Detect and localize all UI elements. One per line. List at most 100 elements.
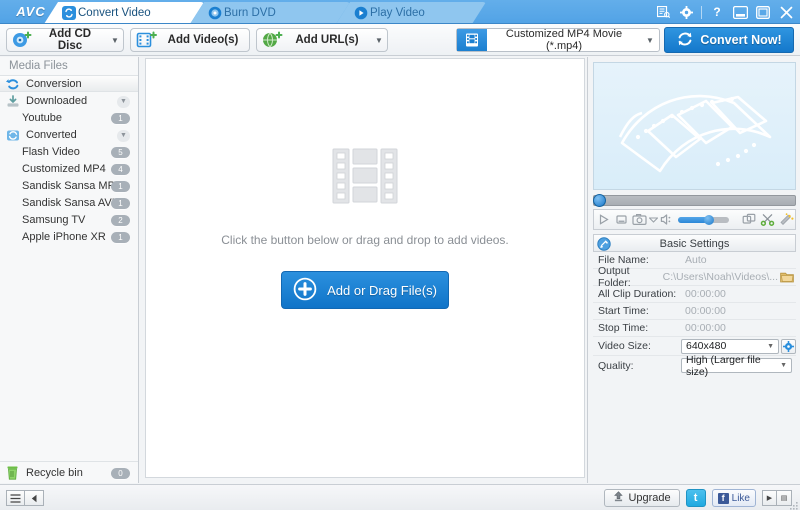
seek-slider[interactable] (593, 194, 796, 207)
plus-circle-icon (293, 277, 317, 304)
sidebar-item-flash-video[interactable]: Flash Video 5 (0, 143, 138, 160)
folder-browse-icon[interactable] (778, 271, 796, 283)
facebook-icon: f (717, 492, 729, 504)
quality-select[interactable]: High (Larger file size) ▼ (681, 354, 792, 378)
tab-play-video[interactable]: Play Video (336, 2, 486, 24)
log-icon[interactable] (655, 4, 671, 20)
video-preview[interactable] (593, 62, 796, 190)
sidebar-item-label: Downloaded (26, 95, 88, 107)
convert-now-button[interactable]: Convert Now! (664, 27, 794, 53)
file-name-field[interactable]: Auto (681, 254, 796, 266)
tab-convert-video[interactable]: Convert Video (44, 2, 204, 24)
sidebar-item-sandisk-sansa-avi[interactable]: Sandisk Sansa AVI 1 (0, 194, 138, 211)
sidebar-item-customized-mp4[interactable]: Customized MP4 4 (0, 160, 138, 177)
twitter-button[interactable]: t (685, 489, 706, 507)
snapshot-icon[interactable] (630, 210, 648, 229)
help-icon[interactable]: ? (709, 4, 725, 20)
add-or-drag-files-button[interactable]: Add or Drag File(s) (281, 271, 449, 309)
start-time-field[interactable]: 00:00:00 (681, 305, 796, 317)
list-view-icon[interactable] (6, 490, 25, 506)
app-logo: AVC (16, 4, 46, 19)
globe-plus-icon (261, 30, 283, 50)
sidebar-item-converted[interactable]: Converted ▼ (0, 126, 138, 143)
sidebar-item-badge: 4 (111, 164, 130, 175)
output-folder-field[interactable]: C:\Users\Noah\Videos\... (659, 271, 778, 283)
refresh-icon (676, 30, 694, 51)
sidebar-item-samsung-tv[interactable]: Samsung TV 2 (0, 211, 138, 228)
upgrade-button[interactable]: Upgrade (604, 489, 680, 507)
quality-value: High (Larger file size) (686, 353, 761, 378)
sidebar-item-label: Customized MP4 (22, 163, 106, 175)
setting-label: Start Time: (598, 305, 649, 317)
stop-time-field[interactable]: 00:00:00 (681, 322, 796, 334)
setting-row-all-clip-duration: All Clip Duration: 00:00:00 (593, 286, 796, 303)
stop-icon[interactable] (612, 210, 630, 229)
setting-row-stop-time: Stop Time: 00:00:00 (593, 320, 796, 337)
convert-icon (62, 6, 76, 20)
maximize-icon[interactable] (755, 4, 771, 20)
sidebar-item-downloaded[interactable]: Downloaded ▼ (0, 92, 138, 109)
all-clip-duration-field[interactable]: 00:00:00 (681, 288, 796, 300)
tab-burn-dvd[interactable]: Burn DVD (190, 2, 350, 24)
chevron-down-icon[interactable]: ▼ (117, 130, 130, 142)
basic-settings-list: File Name: Auto Output Folder: C:\Users\… (593, 252, 796, 378)
volume-handle[interactable] (703, 214, 714, 225)
video-size-select[interactable]: 640x480 ▼ (681, 338, 779, 354)
gear-icon[interactable] (678, 4, 694, 20)
conversion-icon (6, 78, 20, 91)
sidebar-item-apple-iphone-xr[interactable]: Apple iPhone XR 1 (0, 228, 138, 245)
sidebar-item-badge: 2 (111, 215, 130, 226)
add-videos-button[interactable]: Add Video(s) (130, 28, 250, 52)
play-icon[interactable] (594, 210, 612, 229)
minimize-icon[interactable] (732, 4, 748, 20)
player-controls (593, 209, 796, 230)
film-format-icon (457, 29, 487, 51)
sidebar-item-badge: 1 (111, 113, 130, 124)
detail-view-icon[interactable] (25, 490, 44, 506)
panel-toggle-group: ▶ ▤ (762, 490, 792, 506)
media-drop-area[interactable]: Click the button below or drag and drop … (145, 58, 585, 478)
resize-grip[interactable] (790, 501, 798, 510)
add-cd-disc-button[interactable]: Add CD Disc ▼ (6, 28, 124, 52)
facebook-like-button[interactable]: f Like (711, 489, 756, 507)
trim-scissors-icon[interactable] (759, 210, 777, 229)
close-icon[interactable] (778, 4, 794, 20)
application-window: AVC Convert Video Burn DVD Play Video ? … (0, 0, 800, 510)
chevron-down-icon[interactable]: ▼ (767, 343, 774, 350)
chevron-down-icon[interactable]: ▼ (641, 36, 659, 45)
effects-wand-icon[interactable] (777, 210, 795, 229)
volume-icon[interactable] (659, 210, 677, 229)
snapshot-dropdown-icon[interactable] (648, 210, 658, 229)
video-size-settings-button[interactable] (781, 338, 796, 354)
sidebar-item-badge: 1 (111, 181, 130, 192)
sidebar-item-youtube[interactable]: Youtube 1 (0, 109, 138, 126)
cd-plus-icon (11, 30, 33, 50)
setting-label: Quality: (598, 359, 634, 372)
sidebar-item-conversion[interactable]: Conversion (0, 75, 138, 92)
drop-content: Click the button below or drag and drop … (146, 147, 584, 309)
sidebar-item-sandisk-sansa-mp4[interactable]: Sandisk Sansa MP4 1 (0, 177, 138, 194)
collapse-panel-icon[interactable]: ▶ (762, 490, 777, 506)
toolbar: Add CD Disc ▼ Add Video(s) Add URL(s) ▼ … (0, 24, 800, 56)
sidebar-item-label: Apple iPhone XR (22, 231, 106, 243)
title-bar: AVC Convert Video Burn DVD Play Video ? (0, 0, 800, 24)
recycle-bin-badge: 0 (111, 468, 130, 479)
output-format-select[interactable]: Customized MP4 Movie (*.mp4) ▼ (456, 28, 660, 52)
chevron-down-icon[interactable]: ▼ (107, 36, 123, 45)
video-plus-icon (135, 30, 157, 50)
chevron-down-icon[interactable]: ▼ (780, 362, 787, 369)
recycle-bin-item[interactable]: Recycle bin 0 (0, 461, 138, 483)
volume-slider[interactable] (677, 214, 729, 225)
convert-now-label: Convert Now! (700, 33, 782, 47)
add-cd-disc-label: Add CD Disc (48, 28, 92, 52)
add-urls-button[interactable]: Add URL(s) ▼ (256, 28, 388, 52)
tab-label: Convert Video (78, 7, 151, 19)
sidebar-item-badge: 5 (111, 147, 130, 158)
window-controls: ? (655, 3, 794, 21)
setting-row-quality: Quality: High (Larger file size) ▼ (593, 354, 796, 378)
merge-icon[interactable] (741, 210, 759, 229)
seek-handle[interactable] (593, 194, 606, 207)
basic-settings-header[interactable]: Basic Settings (593, 234, 796, 252)
chevron-down-icon[interactable]: ▼ (371, 36, 387, 45)
chevron-down-icon[interactable]: ▼ (117, 96, 130, 108)
